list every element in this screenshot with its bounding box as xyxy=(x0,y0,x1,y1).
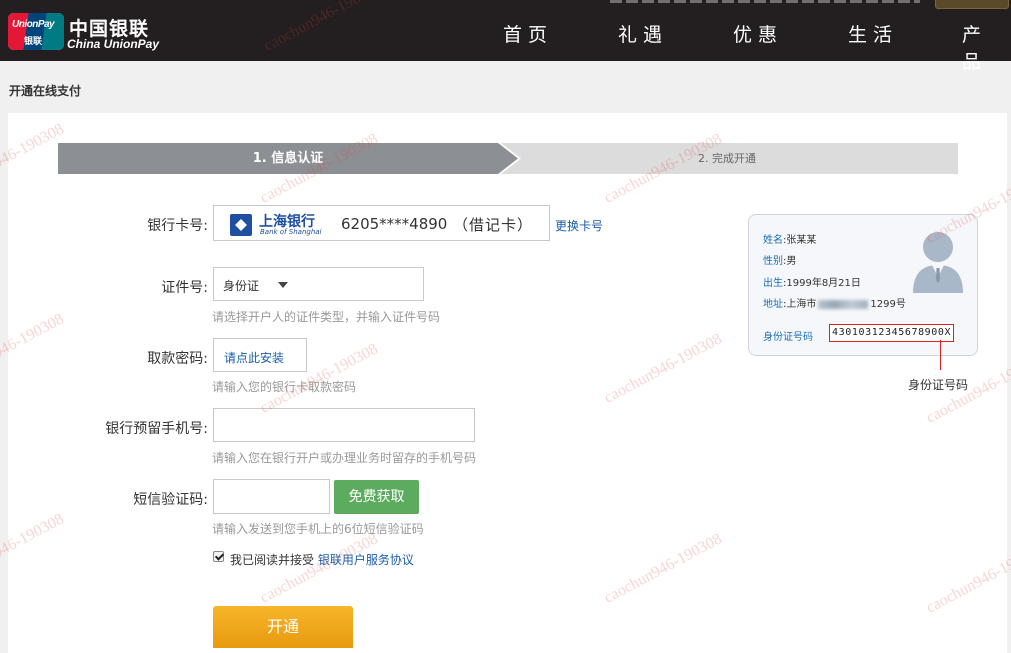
unionpay-logo-badge[interactable]: UnionPay 银联 xyxy=(8,13,64,50)
sms-hint: 请输入发送到您手机上的6位短信验证码 xyxy=(212,522,424,536)
service-agreement-link[interactable]: 银联用户服务协议 xyxy=(318,553,414,567)
id-birth-row: 出生:1999年8月21日 xyxy=(763,278,861,289)
id-number-caption: 身份证号码 xyxy=(908,378,969,392)
id-address-row: 地址:上海市 1299号 xyxy=(763,299,906,310)
bank-of-shanghai-icon xyxy=(230,214,252,236)
id-gender-row: 性别:男 xyxy=(763,256,797,267)
top-navigation-bar: UnionPay 银联 中国银联 China UnionPay 首页 礼遇 优惠… xyxy=(0,0,1011,73)
get-sms-code-button[interactable]: 免费获取 xyxy=(334,480,419,514)
logo-english-name: China UnionPay xyxy=(67,37,160,51)
phone-label: 银行预留手机号: xyxy=(105,421,208,437)
logo-badge-text: UnionPay xyxy=(12,19,55,30)
id-number-key: 身份证号码 xyxy=(763,332,813,343)
card-type: （借记卡） xyxy=(453,216,534,234)
logo-badge-text-cn: 银联 xyxy=(24,37,43,47)
id-number-value: 43010312345678900X xyxy=(829,324,955,342)
id-birth-key: 出生 xyxy=(763,278,783,289)
id-input[interactable]: 身份证 xyxy=(213,267,424,301)
top-utility-links xyxy=(610,0,920,3)
id-number-pointer-line xyxy=(940,340,941,370)
phone-hint: 请输入您在银行开户或办理业务时留存的手机号码 xyxy=(212,451,477,465)
id-gender-key: 性别 xyxy=(763,256,783,267)
pin-control[interactable]: 请点此安装 xyxy=(213,338,307,372)
step-complete-label: 2. 完成开通 xyxy=(698,152,756,165)
bank-name-english: Bank of Shanghai xyxy=(260,228,322,236)
top-utility-button[interactable] xyxy=(935,0,1009,9)
page-title: 开通在线支付 xyxy=(9,84,82,98)
sms-label: 短信验证码: xyxy=(133,492,208,508)
pin-label: 取款密码: xyxy=(147,351,208,367)
nav-privileges[interactable]: 礼遇 xyxy=(618,20,668,47)
id-name-row: 姓名:张某某 xyxy=(763,235,817,246)
activate-button[interactable]: 开通 xyxy=(213,606,353,648)
id-name-key: 姓名 xyxy=(763,235,783,246)
id-birth-value: 1999年8月21日 xyxy=(786,278,861,289)
pin-hint: 请输入您的银行卡取款密码 xyxy=(212,380,357,394)
agree-label: 我已阅读并接受 xyxy=(230,553,315,567)
chevron-down-icon[interactable] xyxy=(278,282,288,288)
sms-code-input[interactable] xyxy=(213,479,330,514)
bank-card-label: 银行卡号: xyxy=(147,218,208,234)
id-address-key: 地址 xyxy=(763,299,783,310)
id-address-prefix: 上海市 xyxy=(786,299,817,310)
agree-text: 我已阅读并接受 银联用户服务协议 xyxy=(230,551,414,568)
blurred-address xyxy=(818,299,869,309)
nav-life[interactable]: 生活 xyxy=(848,20,898,47)
card-number: 6205****4890 xyxy=(341,215,448,233)
nav-home[interactable]: 首页 xyxy=(503,20,553,47)
phone-input[interactable] xyxy=(213,408,475,442)
change-card-link[interactable]: 更换卡号 xyxy=(555,217,603,234)
agree-checkbox[interactable] xyxy=(213,551,224,562)
id-label: 证件号: xyxy=(161,280,208,296)
id-gender-value: 男 xyxy=(786,256,797,267)
person-avatar-icon xyxy=(913,232,963,293)
nav-offers[interactable]: 优惠 xyxy=(733,20,783,47)
id-address-suffix: 1299号 xyxy=(870,299,906,310)
id-hint: 请选择开户人的证件类型，并输入证件号码 xyxy=(212,310,441,324)
id-type-select[interactable]: 身份证 xyxy=(223,277,259,294)
nav-products[interactable]: 产品 xyxy=(962,20,1011,74)
progress-steps: 2. 完成开通 1. 信息认证 xyxy=(58,143,958,174)
form-card xyxy=(8,113,1007,653)
id-card-illustration: 姓名:张某某 性别:男 出生:1999年8月21日 地址:上海市 1299号 身份… xyxy=(748,214,978,356)
install-plugin-link[interactable]: 请点此安装 xyxy=(224,349,284,366)
step-info-auth: 1. 信息认证 xyxy=(58,143,518,174)
id-name-value: 张某某 xyxy=(786,235,817,246)
bank-card-display: 上海银行 Bank of Shanghai 6205****4890 （借记卡） xyxy=(213,205,550,241)
